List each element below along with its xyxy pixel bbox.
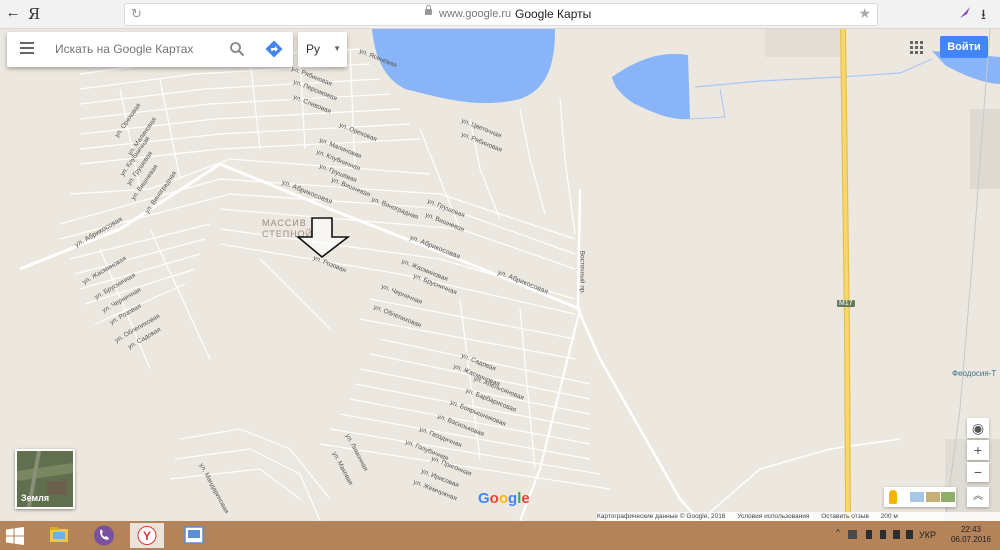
layer-thumbnail[interactable]: [926, 492, 940, 502]
yandex-logo[interactable]: Я: [28, 5, 40, 23]
directions-icon[interactable]: [265, 40, 283, 58]
page-title: Google Карты: [515, 7, 592, 21]
apps-grid-icon[interactable]: [910, 41, 924, 55]
search-icon[interactable]: [229, 41, 245, 57]
street-view-bar: [884, 487, 956, 507]
layer-thumbnail[interactable]: [941, 492, 955, 502]
earth-view-toggle[interactable]: Земля: [15, 449, 75, 509]
photo-viewer-icon[interactable]: [177, 523, 211, 548]
download-icon[interactable]: ⭳: [981, 4, 986, 28]
industrial-zone-2: [970, 109, 1000, 189]
street-label: Восточный пр.: [578, 250, 586, 295]
volume-icon[interactable]: [893, 530, 900, 539]
viber-icon[interactable]: [87, 523, 121, 548]
clock-time: 22:43: [960, 525, 982, 534]
map-footer: Картографические данные © Google, 2016 У…: [597, 512, 1000, 521]
bookmark-star-icon[interactable]: ★: [858, 5, 871, 22]
address-bar[interactable]: ↻ www.google.ru Google Карты ★: [124, 3, 878, 26]
feather-icon[interactable]: [958, 5, 972, 19]
lake-north: [372, 29, 555, 104]
menu-icon[interactable]: [20, 42, 34, 56]
url-domain: www.google.ru: [439, 8, 512, 20]
earth-label: Земля: [21, 493, 50, 503]
taskbar: Y ^ УКР 22:43 06.07.2016: [0, 521, 1000, 550]
zoom-out-button[interactable]: −: [967, 462, 989, 482]
clock-date: 06.07.2016: [950, 535, 992, 544]
yandex-browser-icon[interactable]: Y: [130, 523, 164, 548]
display-icon[interactable]: [906, 530, 913, 539]
back-arrow-icon[interactable]: ←: [4, 4, 22, 22]
clock[interactable]: 22:43 06.07.2016: [950, 525, 992, 545]
language-select[interactable]: Ру ▼: [298, 32, 347, 67]
input-language[interactable]: УКР: [919, 530, 936, 540]
signin-button[interactable]: Войти: [940, 36, 988, 58]
industrial-zone: [765, 29, 840, 57]
zoom-in-button[interactable]: +: [967, 440, 989, 460]
search-input[interactable]: [53, 41, 227, 57]
pegman-icon[interactable]: [889, 490, 897, 504]
chevron-up-icon[interactable]: ^: [836, 528, 845, 537]
locate-icon[interactable]: ◉: [967, 418, 989, 438]
arrow-marker-icon: [296, 217, 350, 259]
language-label: Ру: [306, 42, 321, 56]
place-label-right: Феодосия-Т: [952, 369, 997, 378]
network-icon[interactable]: [848, 530, 857, 539]
file-explorer-icon[interactable]: [42, 523, 76, 548]
chevron-down-icon: ▼: [333, 44, 341, 53]
highway-shield: М17: [837, 300, 855, 307]
svg-text:Y: Y: [143, 529, 151, 543]
battery-icon[interactable]: [866, 530, 872, 539]
scale-label[interactable]: 200 м: [881, 513, 898, 520]
feedback-link[interactable]: Оставить отзыв: [821, 513, 869, 520]
layer-thumbnail[interactable]: [910, 492, 924, 502]
map-data-credit: Картографические данные © Google, 2016: [597, 513, 726, 520]
signal-icon[interactable]: [880, 530, 886, 539]
windows-start-icon[interactable]: [6, 527, 24, 545]
google-logo: Google: [478, 490, 530, 507]
chevron-up-icon[interactable]: ︽: [967, 487, 989, 507]
canal-2: [689, 88, 726, 120]
search-box: [7, 32, 293, 67]
road-east-minor: [699, 438, 901, 521]
browser-toolbar: ← Я ↻ www.google.ru Google Карты ★ ⭳: [0, 0, 1000, 29]
map-canvas[interactable]: МАССИВ СТЕПНОЙ М17 Феодосия-Т ул. Ясенев…: [0, 29, 1000, 521]
reload-icon[interactable]: ↻: [131, 6, 142, 22]
road-vostochny: [576, 188, 701, 521]
canal: [694, 58, 933, 88]
terms-link[interactable]: Условия использования: [737, 513, 809, 520]
lock-icon: [425, 5, 432, 15]
lake-east: [612, 53, 690, 120]
